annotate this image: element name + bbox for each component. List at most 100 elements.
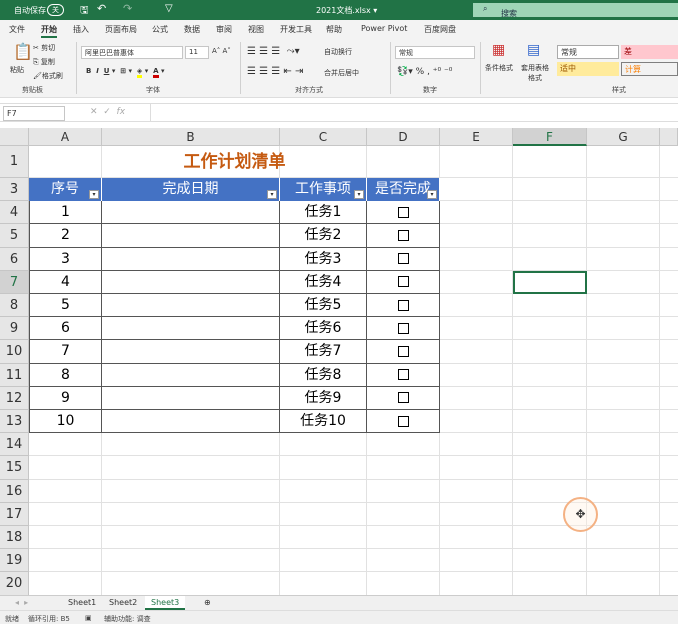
date-cell[interactable] (102, 270, 280, 294)
checkbox[interactable] (397, 299, 409, 311)
task-cell[interactable]: 任务9 (280, 386, 367, 410)
paste-button[interactable]: 粘贴 (10, 65, 24, 75)
date-cell[interactable] (102, 294, 280, 318)
row-header-13[interactable]: 13 (0, 410, 29, 434)
row-header-11[interactable]: 11 (0, 363, 29, 387)
seq-cell[interactable]: 7 (29, 340, 102, 364)
status-circular-ref[interactable]: 循环引用: B5 (28, 614, 70, 624)
macro-icon[interactable]: ▣ (85, 614, 92, 622)
undo-icon[interactable]: ↶ (97, 2, 106, 15)
row-header-8[interactable]: 8 (0, 294, 29, 318)
table-header-cell[interactable]: 序号 ▾ (29, 178, 102, 202)
style-neutral[interactable]: 适中 (557, 62, 619, 76)
tab-page-layout[interactable]: 页面布局 (105, 24, 137, 35)
filter-icon[interactable]: ▽ (165, 3, 173, 14)
sheet-tab-1[interactable]: Sheet1 (68, 598, 96, 607)
tab-home[interactable]: 开始 (41, 24, 57, 38)
seq-cell[interactable]: 6 (29, 317, 102, 341)
tab-formulas[interactable]: 公式 (152, 24, 168, 35)
style-bad[interactable]: 差 (621, 45, 678, 59)
row-header-18[interactable]: 18 (0, 526, 29, 550)
table-header-cell[interactable]: 工作事项 ▾ (280, 178, 367, 202)
column-header-G[interactable]: G (587, 128, 660, 146)
tab-review[interactable]: 审阅 (216, 24, 232, 35)
tab-baidu[interactable]: 百度网盘 (424, 24, 456, 35)
copy-button[interactable]: ⎘ 复制 (33, 57, 55, 67)
number-format-select[interactable]: 常规 (395, 46, 475, 59)
merge-center-button[interactable]: 合并后居中 (324, 68, 359, 78)
done-checkbox-cell[interactable] (367, 224, 440, 248)
filter-dropdown-icon[interactable]: ▾ (427, 190, 437, 200)
wrap-text-button[interactable]: 自动换行 (324, 47, 352, 57)
row-header-3[interactable]: 3 (0, 178, 29, 202)
row-header-16[interactable]: 16 (0, 479, 29, 503)
accessibility-status[interactable]: 辅助功能: 调查 (104, 614, 151, 624)
date-cell[interactable] (102, 386, 280, 410)
row-header-7[interactable]: 7 (0, 270, 29, 294)
done-checkbox-cell[interactable] (367, 410, 440, 434)
tab-insert[interactable]: 插入 (73, 24, 89, 35)
seq-cell[interactable]: 2 (29, 224, 102, 248)
date-cell[interactable] (102, 317, 280, 341)
checkbox[interactable] (397, 392, 409, 404)
seq-cell[interactable]: 10 (29, 410, 102, 434)
seq-cell[interactable]: 8 (29, 363, 102, 387)
checkbox[interactable] (397, 276, 409, 288)
seq-cell[interactable]: 3 (29, 247, 102, 271)
row-header-4[interactable]: 4 (0, 201, 29, 225)
align-buttons[interactable]: ☰ ☰ ☰ ⇤ ⇥ (247, 66, 303, 77)
save-icon[interactable]: 🖫 (80, 3, 89, 20)
row-header-12[interactable]: 12 (0, 386, 29, 410)
align-top-buttons[interactable]: ☰ ☰ ☰ ⤳▾ (247, 46, 300, 57)
column-header-C[interactable]: C (280, 128, 367, 146)
file-name[interactable]: 2021文档.xlsx ▾ (316, 5, 377, 16)
number-buttons[interactable]: 💱▾ % ‚ ⁺⁰ ⁻⁰ (397, 67, 452, 77)
style-calculation[interactable]: 计算 (621, 62, 678, 76)
sheet-tab-3[interactable]: Sheet3 (145, 596, 186, 610)
formula-input[interactable] (150, 104, 678, 121)
row-header-5[interactable]: 5 (0, 224, 29, 248)
select-all-button[interactable] (0, 128, 29, 146)
checkbox[interactable] (397, 415, 409, 427)
font-grow-shrink[interactable]: A˄ A˅ (212, 47, 231, 55)
bold-button[interactable]: B I U ▾ ⊞ ▾ ◈ ▾ A ▾ (86, 67, 165, 78)
column-header-blank[interactable] (660, 128, 678, 146)
font-size-select[interactable]: 11 (185, 46, 209, 59)
formula-buttons[interactable]: ✕ ✓ fx (90, 107, 125, 117)
sheet-title[interactable]: 工作计划清单 (102, 146, 367, 178)
redo-icon[interactable]: ↷ (123, 2, 132, 15)
date-cell[interactable] (102, 201, 280, 225)
row-header-17[interactable]: 17 (0, 502, 29, 526)
task-cell[interactable]: 任务7 (280, 340, 367, 364)
checkbox[interactable] (397, 253, 409, 265)
selected-cell-F7[interactable] (513, 270, 587, 294)
done-checkbox-cell[interactable] (367, 201, 440, 225)
done-checkbox-cell[interactable] (367, 247, 440, 271)
done-checkbox-cell[interactable] (367, 317, 440, 341)
autosave-toggle[interactable]: 关 (47, 4, 64, 16)
task-cell[interactable]: 任务5 (280, 294, 367, 318)
table-format-button[interactable]: 套用表格格式 (518, 63, 552, 83)
add-sheet-icon[interactable]: ⊕ (204, 598, 211, 607)
row-header-1[interactable]: 1 (0, 146, 29, 178)
tab-power-pivot[interactable]: Power Pivot (361, 24, 407, 33)
column-header-A[interactable]: A (29, 128, 102, 146)
tab-data[interactable]: 数据 (184, 24, 200, 35)
column-header-D[interactable]: D (367, 128, 440, 146)
done-checkbox-cell[interactable] (367, 270, 440, 294)
date-cell[interactable] (102, 340, 280, 364)
task-cell[interactable]: 任务8 (280, 363, 367, 387)
table-header-cell[interactable]: 完成日期 ▾ (102, 178, 280, 202)
tab-developer[interactable]: 开发工具 (280, 24, 312, 35)
date-cell[interactable] (102, 363, 280, 387)
table-header-cell[interactable]: 是否完成 ▾ (367, 178, 440, 202)
task-cell[interactable]: 任务10 (280, 410, 367, 434)
checkbox[interactable] (397, 206, 409, 218)
seq-cell[interactable]: 5 (29, 294, 102, 318)
done-checkbox-cell[interactable] (367, 340, 440, 364)
tab-view[interactable]: 视图 (248, 24, 264, 35)
row-header-19[interactable]: 19 (0, 549, 29, 573)
seq-cell[interactable]: 1 (29, 201, 102, 225)
done-checkbox-cell[interactable] (367, 386, 440, 410)
conditional-format-button[interactable]: 条件格式 (485, 63, 513, 73)
